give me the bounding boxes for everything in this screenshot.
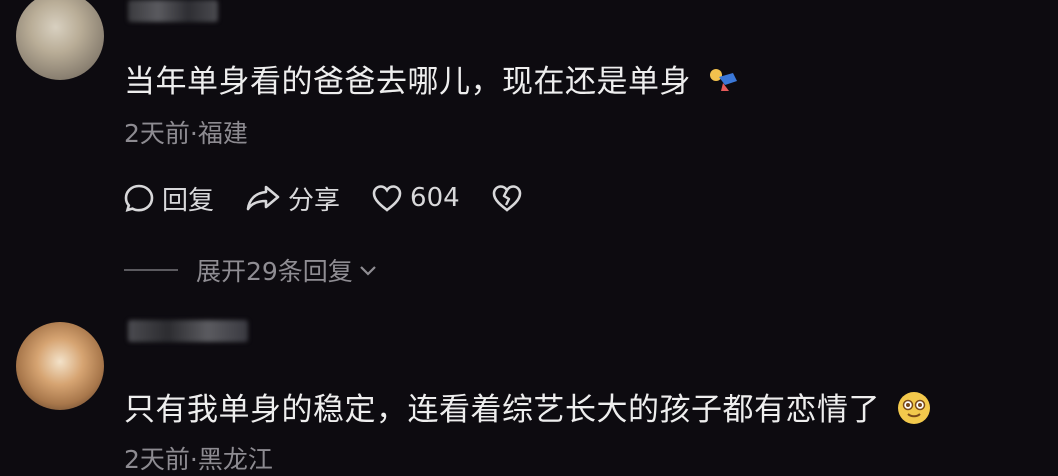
expand-replies-button[interactable]: 展开29条回复 [124,252,379,288]
comment-text: 只有我单身的稳定，连看着综艺长大的孩子都有恋情了 [124,384,932,434]
heart-icon [372,185,402,212]
chevron-down-icon [360,266,376,276]
comment-item: 只有我单身的稳定，连看着综艺长大的孩子都有恋情了 2天前·黑龙江 [0,300,1058,474]
reply-button[interactable]: 回复 [122,180,214,217]
comment-item: 当年单身看的爸爸去哪儿，现在还是单身 2天前·福建 回复 分享 604 展开29… [0,0,1058,300]
comment-text: 当年单身看的爸爸去哪儿，现在还是单身 [124,56,741,103]
smiling-face-emoji-icon [896,390,932,434]
dislike-button[interactable] [490,181,530,215]
comment-meta: 2天前·福建 [124,119,248,148]
comment-meta: 2天前·黑龙江 [124,445,273,474]
share-button[interactable]: 分享 [244,180,340,217]
like-button[interactable]: 604 [370,181,460,215]
broken-heart-icon [492,185,521,212]
divider [124,269,178,271]
share-arrow-icon [246,185,280,211]
comment-actions: 回复 分享 604 [122,178,560,218]
username-redacted [128,0,218,22]
avatar[interactable] [16,0,104,80]
dancing-emoji-icon [707,65,741,103]
avatar[interactable] [16,322,104,410]
username-redacted [128,320,248,342]
comment-bubble-icon [124,184,154,212]
like-count: 604 [410,183,460,213]
